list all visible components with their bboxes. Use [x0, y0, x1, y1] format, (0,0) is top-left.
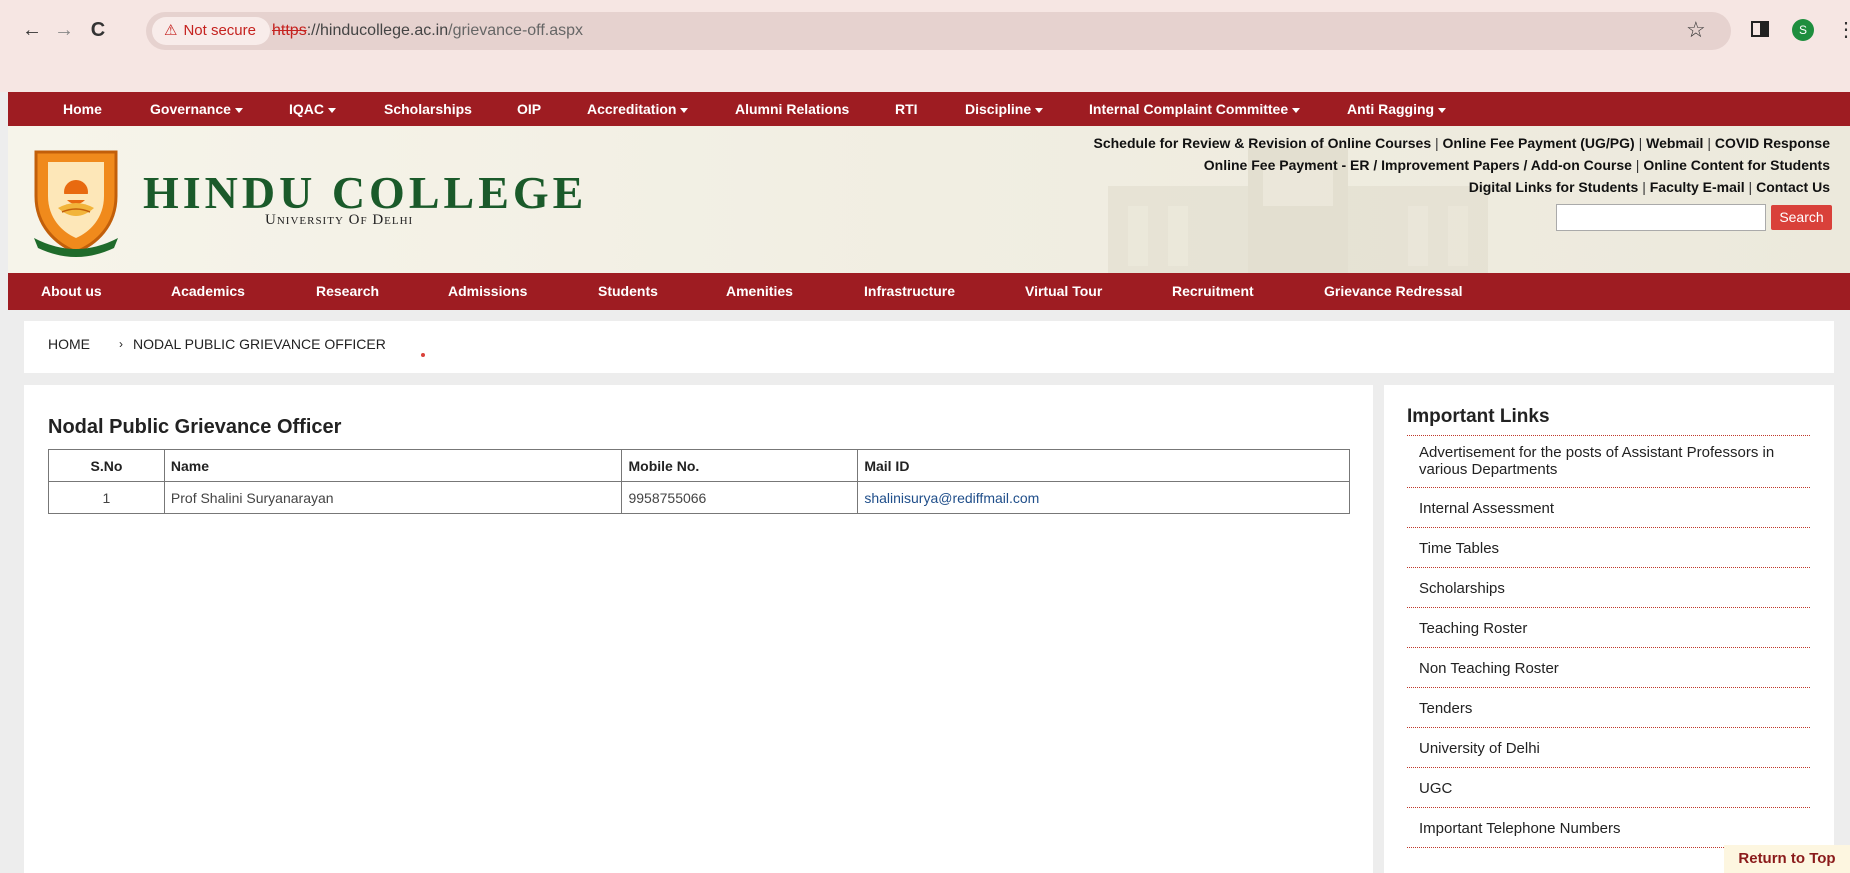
top-nav-item[interactable]: IQAC: [289, 92, 336, 126]
return-to-top-button[interactable]: Return to Top: [1724, 845, 1850, 873]
important-link[interactable]: Internal Assessment: [1407, 488, 1810, 528]
chevron-down-icon: [680, 107, 689, 113]
main-content: Nodal Public Grievance Officer S.No Name…: [24, 385, 1373, 873]
important-link[interactable]: Time Tables: [1407, 528, 1810, 568]
chevron-down-icon: [234, 107, 243, 113]
important-links-panel: Important Links Advertisement for the po…: [1384, 385, 1834, 873]
quick-link[interactable]: Contact Us: [1756, 179, 1830, 195]
top-nav-item[interactable]: OIP: [517, 92, 541, 126]
menu-kebab-icon[interactable]: ⋮: [1836, 16, 1850, 44]
cell-mobile: 9958755066: [621, 481, 859, 514]
chevron-down-icon: [1438, 107, 1447, 113]
page: Home Governance IQAC Scholarships OIP Accredi…: [8, 92, 1850, 873]
forward-icon[interactable]: →: [50, 16, 78, 44]
main-nav-item[interactable]: Infrastructure: [864, 273, 955, 310]
top-nav-item[interactable]: Governance: [150, 92, 243, 126]
profile-avatar[interactable]: S: [1792, 19, 1814, 41]
chevron-down-icon: [328, 107, 336, 113]
back-icon[interactable]: ←: [18, 16, 46, 44]
cell-sno: 1: [48, 481, 165, 514]
quick-link[interactable]: Schedule for Review & Revision of Online…: [1093, 135, 1431, 151]
reload-icon[interactable]: C: [84, 16, 112, 44]
quick-links-row: Online Fee Payment - ER / Improvement Pa…: [1203, 157, 1830, 173]
quick-link[interactable]: Online Fee Payment (UG/PG): [1443, 135, 1635, 151]
important-links-list: Advertisement for the posts of Assistant…: [1407, 435, 1810, 848]
main-nav-item[interactable]: Amenities: [726, 273, 793, 310]
cell-name: Prof Shalini Suryanarayan: [163, 481, 623, 514]
quick-link[interactable]: Faculty E-mail: [1650, 179, 1745, 195]
breadcrumb-home[interactable]: HOME: [48, 321, 90, 367]
top-nav: Home Governance IQAC Scholarships OIP Accredi…: [8, 92, 1850, 126]
officer-table: S.No Name Mobile No. Mail ID 1 Prof Shal…: [48, 449, 1350, 514]
college-logo: [34, 150, 118, 257]
university-name: University Of Delhi: [265, 212, 414, 228]
table-row: 1 Prof Shalini Suryanarayan 9958755066 s…: [48, 481, 1350, 514]
quick-links-row: Schedule for Review & Revision of Online…: [1093, 135, 1830, 151]
quick-link[interactable]: COVID Response: [1715, 135, 1830, 151]
top-nav-item[interactable]: Internal Complaint Committee: [1089, 92, 1301, 126]
main-nav: About us Academics Research Admissions Stude…: [8, 273, 1850, 310]
important-link[interactable]: Tenders: [1407, 688, 1810, 728]
warning-icon: ⚠: [164, 22, 178, 39]
quick-link[interactable]: Digital Links for Students: [1469, 179, 1639, 195]
side-panel-icon[interactable]: [1751, 21, 1769, 37]
main-nav-item[interactable]: Academics: [171, 273, 245, 310]
main-nav-item[interactable]: Students: [598, 273, 658, 310]
search-button[interactable]: Search: [1771, 205, 1832, 230]
search-input[interactable]: [1556, 204, 1766, 231]
top-nav-item[interactable]: Anti Ragging: [1347, 92, 1447, 126]
column-header: Mail ID: [857, 449, 1350, 482]
important-link[interactable]: Non Teaching Roster: [1407, 648, 1810, 688]
breadcrumb-separator: ›: [119, 337, 123, 351]
main-nav-item[interactable]: Recruitment: [1172, 273, 1254, 310]
column-header: Name: [163, 449, 623, 482]
decorative-dot: [421, 353, 425, 357]
sidebar-title: Important Links: [1407, 406, 1550, 427]
important-link[interactable]: University of Delhi: [1407, 728, 1810, 768]
important-link[interactable]: Important Telephone Numbers: [1407, 808, 1810, 848]
main-nav-item[interactable]: Virtual Tour: [1025, 273, 1102, 310]
browser-chrome: ← → C ⚠ Not secure https://hinducollege.a…: [0, 0, 1850, 92]
security-text: Not secure: [183, 22, 256, 39]
top-nav-item[interactable]: Accreditation: [587, 92, 689, 126]
top-nav-item[interactable]: Scholarships: [384, 92, 472, 126]
quick-links: Schedule for Review & Revision of Online…: [1093, 132, 1830, 198]
chevron-down-icon: [1035, 107, 1044, 113]
address-bar[interactable]: ⚠ Not secure https://hinducollege.ac.in/g…: [146, 12, 1731, 50]
top-nav-item[interactable]: RTI: [895, 92, 918, 126]
main-nav-item[interactable]: Grievance Redressal: [1324, 273, 1463, 310]
top-nav-item[interactable]: Alumni Relations: [735, 92, 849, 126]
column-header: Mobile No.: [621, 449, 859, 482]
important-link[interactable]: UGC: [1407, 768, 1810, 808]
important-link[interactable]: Scholarships: [1407, 568, 1810, 608]
quick-link[interactable]: Online Fee Payment - ER / Improvement Pa…: [1204, 157, 1632, 173]
table-header-row: S.No Name Mobile No. Mail ID: [48, 449, 1350, 482]
quick-links-row: Digital Links for Students | Faculty E-m…: [1468, 179, 1830, 195]
site-header: HINDU COLLEGE University Of Delhi Schedu…: [8, 126, 1850, 273]
page-title: Nodal Public Grievance Officer: [48, 416, 342, 438]
quick-link[interactable]: Webmail: [1646, 135, 1703, 151]
cell-mail-link[interactable]: shalinisurya@rediffmail.com: [857, 481, 1350, 514]
top-nav-item[interactable]: Discipline: [965, 92, 1044, 126]
breadcrumb-current: NODAL PUBLIC GRIEVANCE OFFICER: [133, 336, 386, 352]
quick-link[interactable]: Online Content for Students: [1643, 157, 1830, 173]
url-text[interactable]: https://hinducollege.ac.in/grievance-off…: [272, 12, 583, 50]
breadcrumb: HOME › NODAL PUBLIC GRIEVANCE OFFICER: [24, 321, 1834, 373]
chevron-down-icon: [1292, 107, 1301, 113]
column-header: S.No: [48, 449, 165, 482]
top-nav-item[interactable]: Home: [63, 92, 102, 126]
important-link[interactable]: Teaching Roster: [1407, 608, 1810, 648]
bookmark-star-icon[interactable]: ☆: [1686, 16, 1706, 44]
important-link[interactable]: Advertisement for the posts of Assistant…: [1407, 436, 1810, 488]
main-nav-item[interactable]: About us: [41, 273, 102, 310]
main-nav-item[interactable]: Admissions: [448, 273, 527, 310]
main-nav-item[interactable]: Research: [316, 273, 379, 310]
security-chip[interactable]: ⚠ Not secure: [152, 17, 270, 45]
